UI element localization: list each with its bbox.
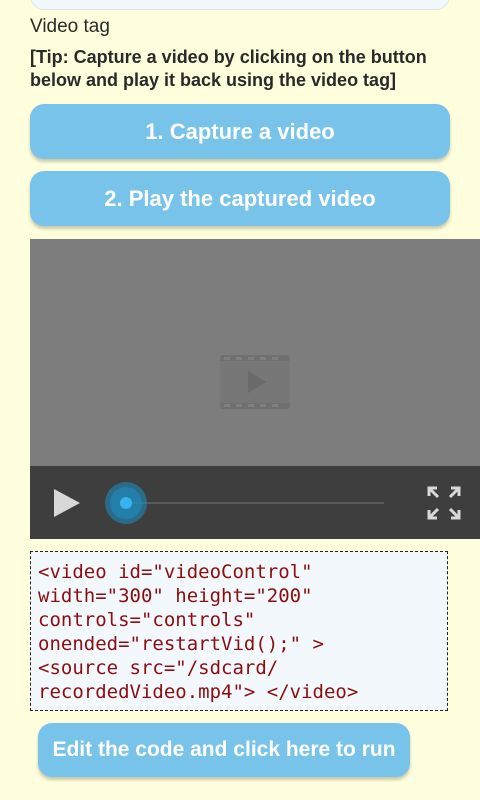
previous-section-card (30, 0, 450, 10)
seek-knob-icon[interactable] (104, 481, 148, 525)
tip-text: [Tip: Capture a video by clicking on the… (30, 47, 427, 90)
play-icon[interactable] (50, 487, 82, 519)
code-editor[interactable]: <video id="videoControl" width="300" hei… (30, 551, 448, 711)
film-play-icon (220, 355, 290, 409)
fullscreen-icon[interactable] (426, 485, 462, 521)
play-captured-video-button[interactable]: 2. Play the captured video (30, 171, 450, 226)
video-controls-bar (30, 466, 480, 539)
run-code-button[interactable]: Edit the code and click here to run (38, 723, 410, 777)
seek-track[interactable] (126, 502, 384, 504)
section-title: Video tag (30, 16, 110, 37)
video-player[interactable] (30, 239, 480, 539)
capture-video-button[interactable]: 1. Capture a video (30, 104, 450, 159)
